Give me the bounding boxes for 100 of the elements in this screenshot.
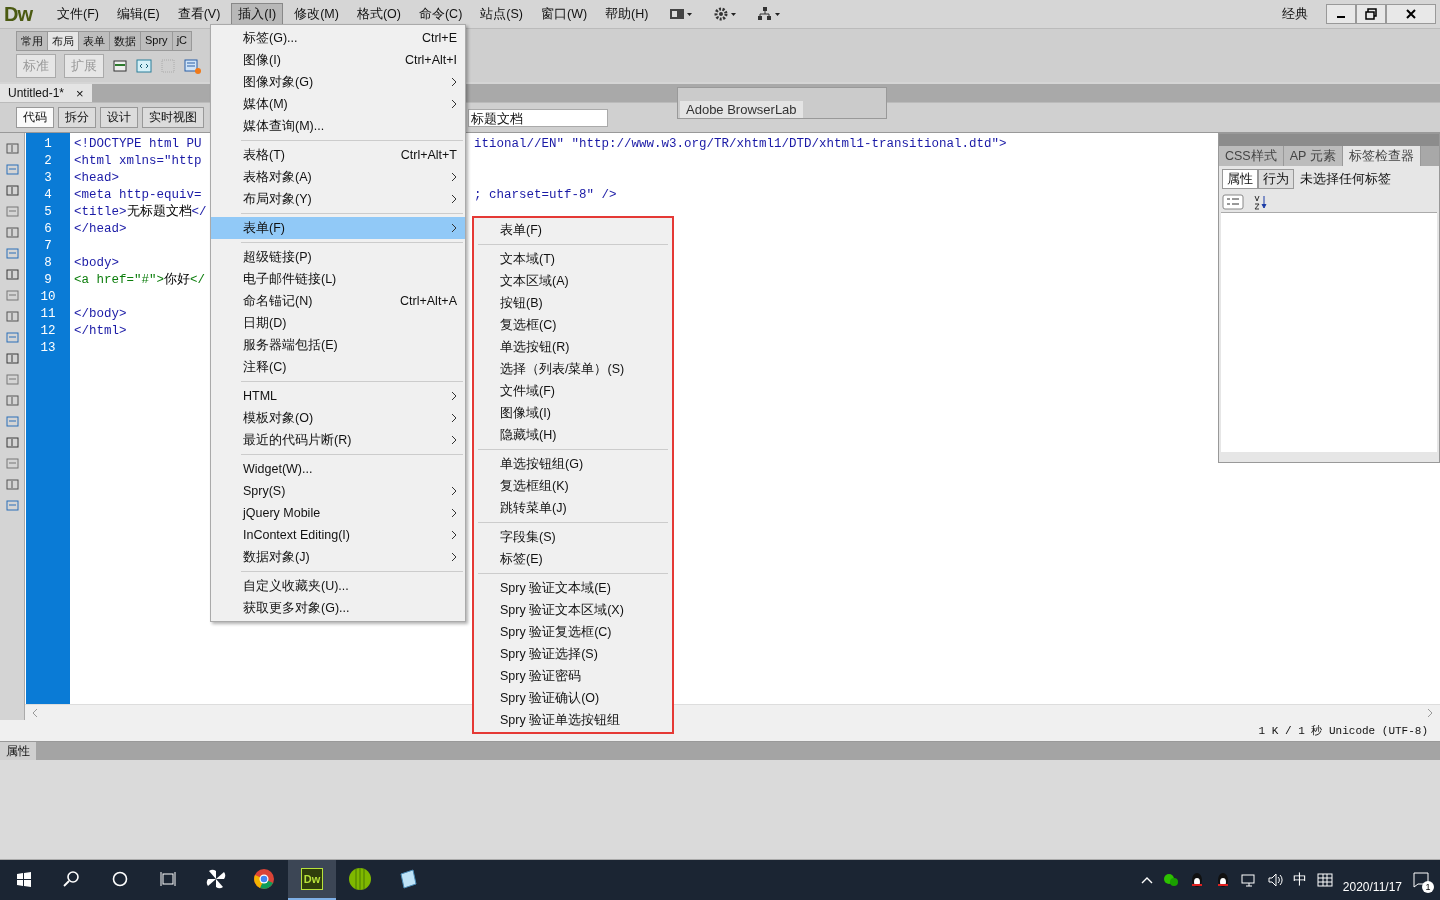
sitemap-icon[interactable] xyxy=(757,6,782,22)
document-tab[interactable]: Untitled-1* × xyxy=(0,84,92,102)
menu-item[interactable]: 电子邮件链接(L) xyxy=(211,268,465,290)
task-view-icon[interactable] xyxy=(160,871,176,887)
panel-tab[interactable]: CSS样式 xyxy=(1219,146,1284,166)
gear-icon[interactable] xyxy=(713,6,738,22)
menu-title[interactable]: 帮助(H) xyxy=(598,2,656,26)
insert-tab[interactable]: Spry xyxy=(140,31,173,51)
menu-item[interactable]: 图像对象(G) xyxy=(211,71,465,93)
minimize-button[interactable] xyxy=(1326,4,1356,24)
search-icon[interactable] xyxy=(63,870,81,888)
view-button[interactable]: 代码 xyxy=(16,107,54,128)
menu-item[interactable]: 命名锚记(N) Ctrl+Alt+A xyxy=(211,290,465,312)
menu-item[interactable]: 表格(T) Ctrl+Alt+T xyxy=(211,144,465,166)
menu-item[interactable]: 自定义收藏夹(U)... xyxy=(211,575,465,597)
inspector-toggle[interactable]: 属性 xyxy=(1222,169,1258,189)
menu-item[interactable]: Spry(S) xyxy=(211,480,465,502)
menu-item[interactable]: 文本域(T) xyxy=(476,248,670,270)
menu-item[interactable]: 图像(I) Ctrl+Alt+I xyxy=(211,49,465,71)
windows-logo-icon[interactable] xyxy=(16,871,32,887)
notification-icon[interactable] xyxy=(1412,871,1430,889)
menu-item[interactable]: 图像域(I) xyxy=(476,402,670,424)
menu-item[interactable]: 复选框组(K) xyxy=(476,475,670,497)
menu-item[interactable]: 隐藏域(H) xyxy=(476,424,670,446)
panel-title[interactable]: 属性 xyxy=(0,742,36,760)
menu-item[interactable]: 表格对象(A) xyxy=(211,166,465,188)
menu-item[interactable]: 单选按钮(R) xyxy=(476,336,670,358)
insert-tab[interactable]: 常用 xyxy=(16,31,48,51)
chat-icon[interactable] xyxy=(1162,872,1179,888)
panel-tab[interactable]: Adobe BrowserLab xyxy=(680,101,803,118)
menu-item[interactable]: 表单(F) xyxy=(476,219,670,241)
volume-icon[interactable] xyxy=(1266,872,1283,888)
insert-tab[interactable]: jC xyxy=(171,31,192,51)
menu-item[interactable]: 跳转菜单(J) xyxy=(476,497,670,519)
menu-item[interactable]: Spry 验证单选按钮组 xyxy=(476,709,670,731)
menu-item[interactable]: 文件域(F) xyxy=(476,380,670,402)
menu-item[interactable]: 媒体(M) xyxy=(211,93,465,115)
menu-title[interactable]: 文件(F) xyxy=(50,2,106,26)
menu-title[interactable]: 窗口(W) xyxy=(533,2,595,26)
menu-title[interactable]: 格式(O) xyxy=(349,2,408,26)
menu-title[interactable]: 查看(V) xyxy=(170,2,228,26)
menu-item[interactable]: Widget(W)... xyxy=(211,458,465,480)
menu-item[interactable]: 服务器端包括(E) xyxy=(211,334,465,356)
sort-icon[interactable] xyxy=(1252,194,1268,210)
menu-item[interactable]: 媒体查询(M)... xyxy=(211,115,465,137)
network-icon[interactable] xyxy=(1240,872,1257,888)
workspace-switcher[interactable]: 经典 xyxy=(1282,5,1308,23)
layout-icon[interactable] xyxy=(669,6,694,22)
menu-item[interactable]: 模板对象(O) xyxy=(211,407,465,429)
circle-icon[interactable] xyxy=(112,871,128,887)
menu-title[interactable]: 命令(C) xyxy=(411,2,470,26)
category-view-icon[interactable] xyxy=(1222,194,1244,210)
menu-item[interactable]: 超级链接(P) xyxy=(211,246,465,268)
insert-tab[interactable]: 表单 xyxy=(78,31,110,51)
menu-item[interactable]: HTML xyxy=(211,385,465,407)
menu-item[interactable]: 最近的代码片断(R) xyxy=(211,429,465,451)
menu-item[interactable]: 注释(C) xyxy=(211,356,465,378)
browser-icon[interactable] xyxy=(253,868,275,890)
menu-item[interactable]: InContext Editing(I) xyxy=(211,524,465,546)
ball-icon[interactable] xyxy=(348,867,372,891)
menu-title[interactable]: 编辑(E) xyxy=(109,2,167,26)
pinwheel-icon[interactable] xyxy=(205,868,227,890)
menu-item[interactable]: 复选框(C) xyxy=(476,314,670,336)
table-icon[interactable] xyxy=(112,58,128,74)
frame-icon[interactable] xyxy=(136,58,152,74)
menu-title[interactable]: 修改(M) xyxy=(287,2,346,26)
menu-item[interactable]: Spry 验证复选框(C) xyxy=(476,621,670,643)
menu-item[interactable]: jQuery Mobile xyxy=(211,502,465,524)
view-button[interactable]: 拆分 xyxy=(58,107,96,128)
input-method-indicator[interactable]: 中 xyxy=(1292,871,1307,889)
panel-tab[interactable]: AP 元素 xyxy=(1283,146,1343,166)
insert-tab[interactable]: 数据 xyxy=(109,31,141,51)
menu-item[interactable]: 日期(D) xyxy=(211,312,465,334)
menu-item[interactable]: Spry 验证确认(O) xyxy=(476,687,670,709)
tab-close[interactable]: × xyxy=(76,85,84,101)
menu-item[interactable]: 文本区域(A) xyxy=(476,270,670,292)
title-field[interactable]: 标题文档 xyxy=(468,108,608,127)
menu-item[interactable]: Spry 验证文本区域(X) xyxy=(476,599,670,621)
menu-item[interactable]: Spry 验证密码 xyxy=(476,665,670,687)
menu-title[interactable]: 站点(S) xyxy=(473,2,530,26)
view-button[interactable]: 实时视图 xyxy=(142,107,204,128)
menu-item[interactable]: 按钮(B) xyxy=(476,292,670,314)
dreamweaver-app-icon[interactable]: Dw xyxy=(301,868,323,890)
menu-item[interactable]: 数据对象(J) xyxy=(211,546,465,568)
menu-item[interactable]: 单选按钮组(G) xyxy=(476,453,670,475)
menu-item[interactable]: 字段集(S) xyxy=(476,526,670,548)
panel-tab[interactable]: 标签检查器 xyxy=(1342,146,1421,166)
inspector-toggle[interactable]: 行为 xyxy=(1258,169,1294,189)
menu-item[interactable]: 表单(F) xyxy=(211,217,465,239)
view-button[interactable]: 设计 xyxy=(100,107,138,128)
close-button[interactable] xyxy=(1386,4,1436,24)
menu-item[interactable]: Spry 验证选择(S) xyxy=(476,643,670,665)
menu-title[interactable]: 插入(I) xyxy=(231,2,284,26)
restore-button[interactable] xyxy=(1356,4,1386,24)
menu-item[interactable]: 获取更多对象(G)... xyxy=(211,597,465,619)
menu-item[interactable]: 布局对象(Y) xyxy=(211,188,465,210)
menu-item[interactable]: 标签(G)... Ctrl+E xyxy=(211,27,465,49)
menu-item[interactable]: Spry 验证文本域(E) xyxy=(476,577,670,599)
keyboard-icon[interactable] xyxy=(1316,872,1333,888)
taskbar-date[interactable]: 2020/11/17 xyxy=(1342,880,1402,894)
